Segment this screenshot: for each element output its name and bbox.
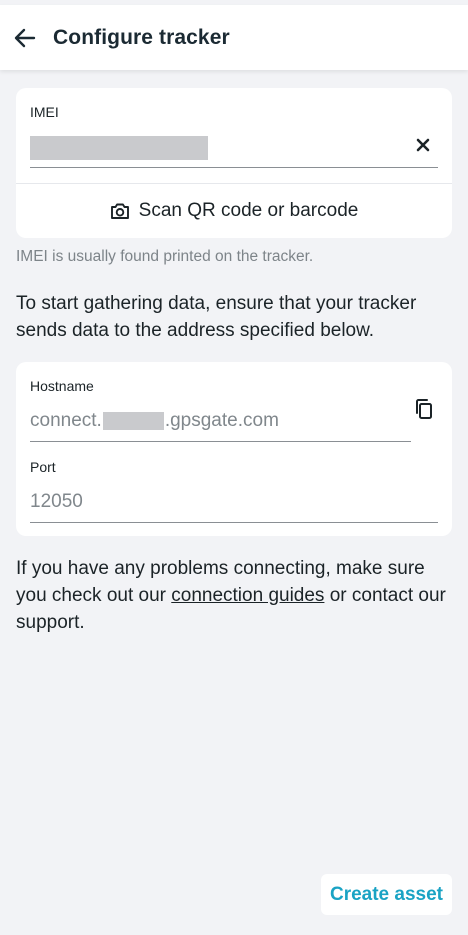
hostname-prefix: connect.: [30, 410, 102, 431]
help-text: If you have any problems connecting, mak…: [16, 555, 452, 636]
copy-icon: [416, 399, 432, 419]
port-underline: [30, 522, 438, 523]
scan-qr-button[interactable]: Scan QR code or barcode: [16, 184, 452, 238]
port-value[interactable]: 12050: [30, 491, 83, 513]
create-asset-button[interactable]: Create asset: [321, 874, 452, 915]
imei-underline: [30, 167, 438, 168]
page-title: Configure tracker: [53, 25, 230, 49]
close-icon: [416, 138, 430, 152]
intro-text: To start gathering data, ensure that you…: [16, 293, 417, 341]
imei-hint: IMEI is usually found printed on the tra…: [16, 248, 314, 265]
back-button[interactable]: [10, 23, 40, 53]
app-bar: Configure tracker: [0, 5, 468, 70]
hostname-redacted: [102, 412, 164, 430]
configure-tracker-screen: Configure tracker IMEI Scan QR code or b…: [0, 0, 468, 935]
port-label: Port: [30, 459, 56, 475]
imei-input[interactable]: [30, 136, 208, 160]
imei-card: IMEI Scan QR code or barcode: [16, 88, 452, 238]
arrow-left-icon: [14, 28, 36, 47]
hostname-underline: [30, 441, 411, 442]
hostname-suffix: .gpsgate.com: [164, 410, 279, 431]
connection-card: Hostname connect. .gpsgate.com Port 1205…: [16, 362, 452, 536]
clear-imei-button[interactable]: [412, 134, 434, 156]
scan-qr-label: Scan QR code or barcode: [138, 200, 359, 221]
hostname-label: Hostname: [30, 378, 94, 394]
connection-guides-link[interactable]: connection guides: [171, 585, 324, 606]
hostname-value[interactable]: connect. .gpsgate.com: [30, 410, 279, 432]
imei-label: IMEI: [30, 104, 59, 120]
camera-icon: [110, 203, 129, 219]
copy-hostname-button[interactable]: [412, 396, 436, 422]
